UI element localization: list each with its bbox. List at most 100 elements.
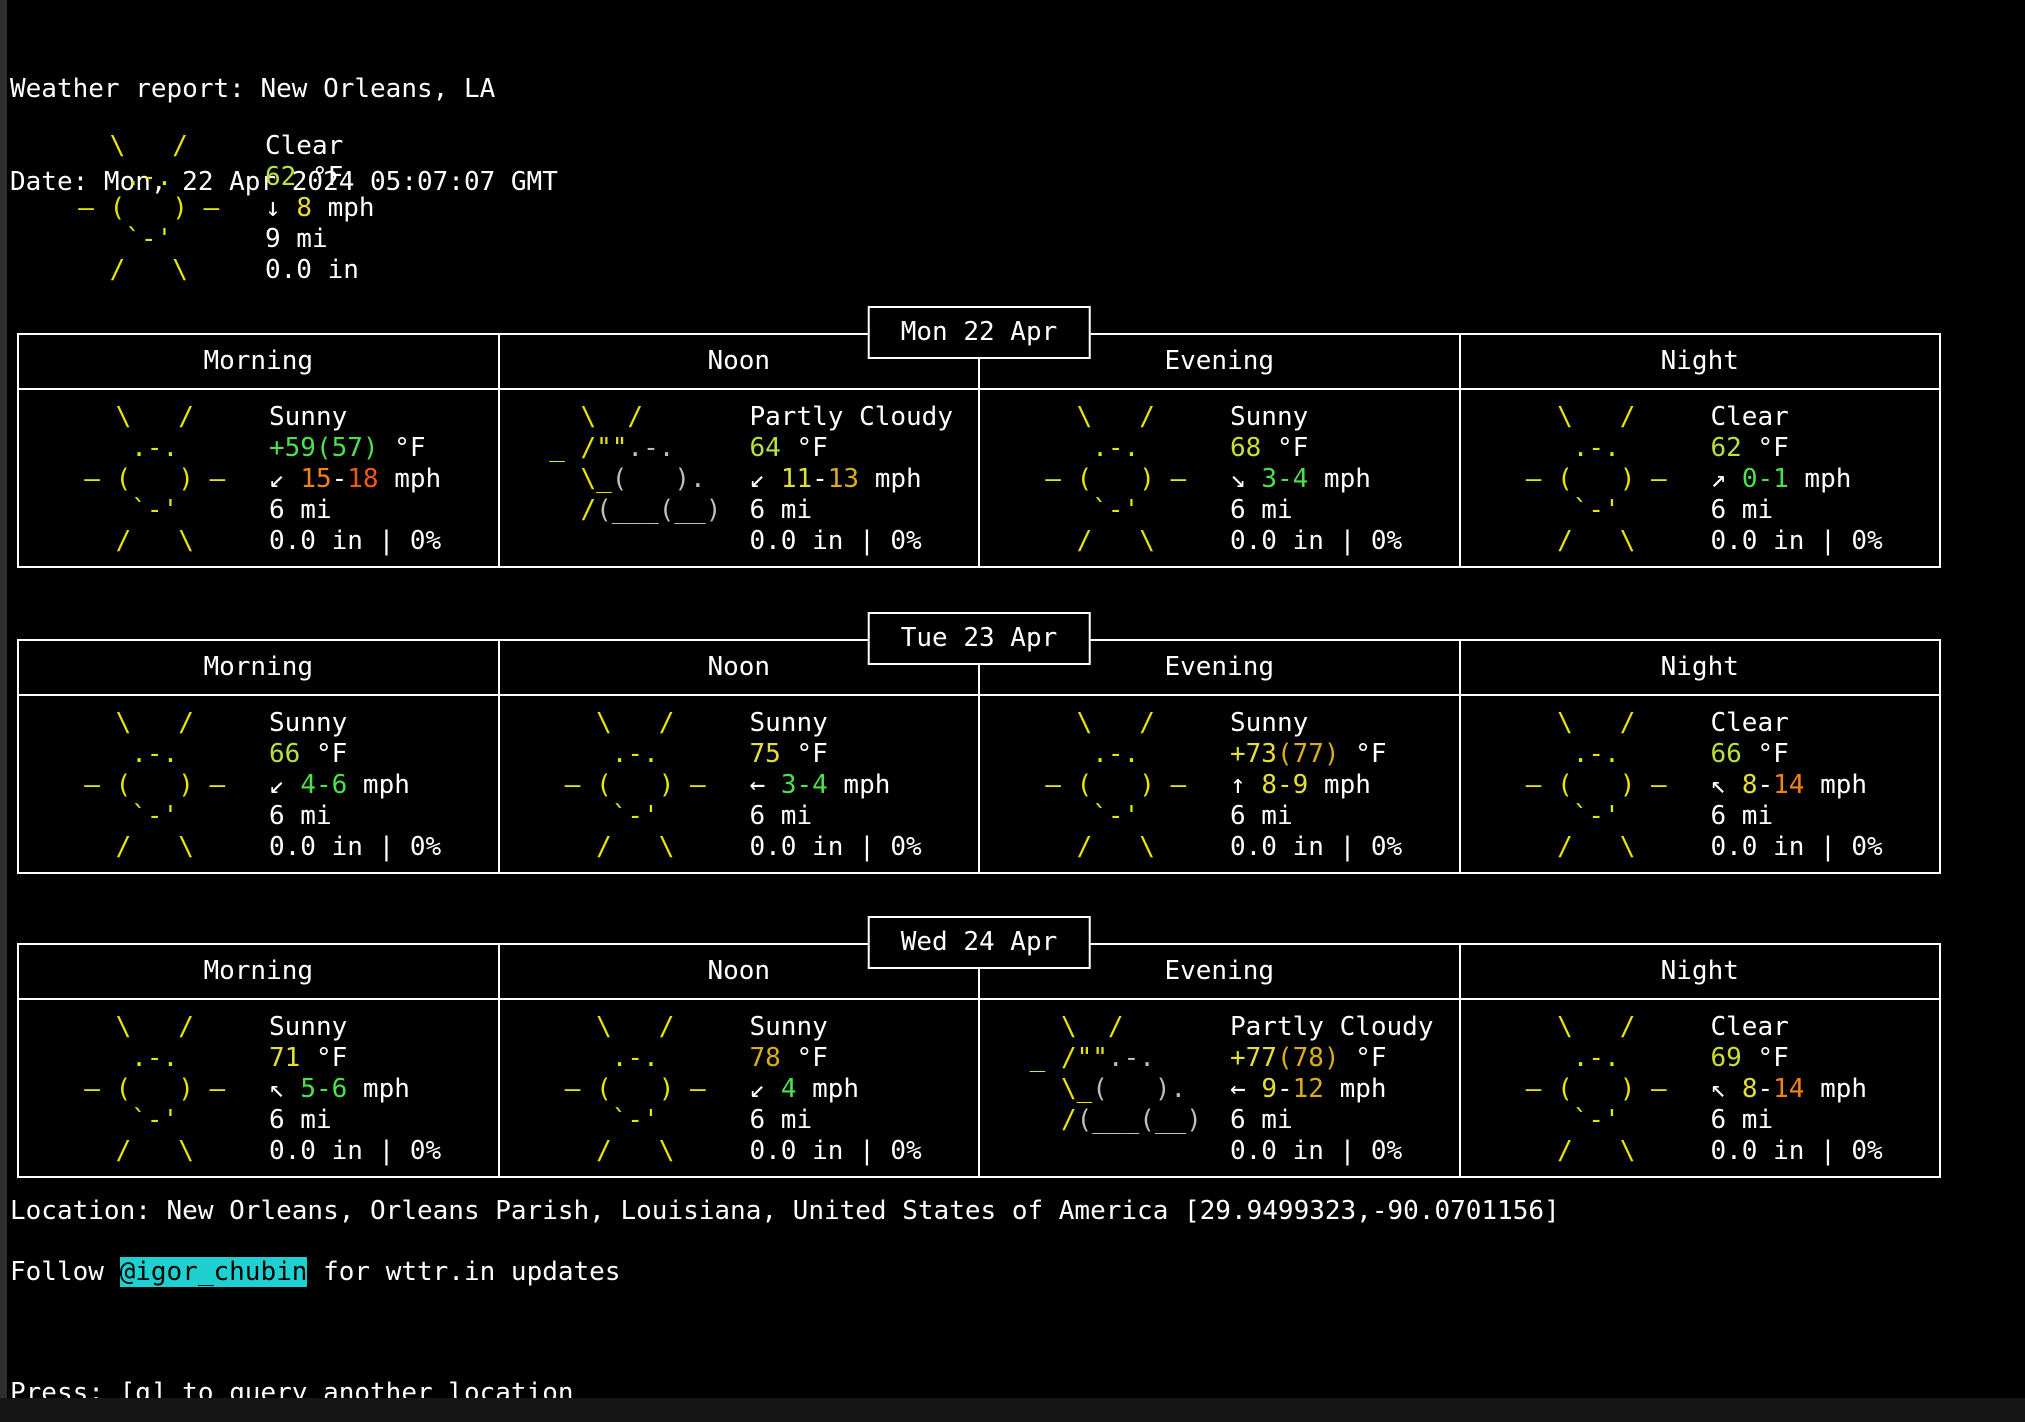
column-header-night: Night: [1459, 641, 1940, 696]
temperature-text: 64 °F: [750, 433, 954, 464]
text-segment: 14: [1773, 770, 1804, 800]
text-segment: -: [1757, 770, 1773, 800]
precipitation-text: 0.0 in | 0%: [269, 526, 441, 557]
text-segment: +73: [1230, 739, 1277, 769]
weather-info: Sunny+59(57) °F↙ 15-18 mph6 mi0.0 in | 0…: [269, 402, 441, 566]
text-segment: \ /: [534, 708, 675, 738]
forecast-day: Wed 24 AprMorningNoonEveningNight \ / .-…: [17, 916, 1941, 1178]
text-segment: .-.: [534, 1043, 659, 1073]
text-segment: +59(57): [269, 433, 379, 463]
text-segment: mph: [1308, 464, 1371, 494]
text-segment: ↙: [750, 464, 781, 494]
text-segment: _ /"": [1014, 1043, 1108, 1073]
visibility-text: 6 mi: [269, 495, 441, 526]
forecast-cell: \ / .-. — ( ) — `-' / \Sunny68 °F↘ 3-4 m…: [978, 390, 1459, 566]
wind-text: ← 9-12 mph: [1230, 1074, 1434, 1105]
text-segment: ( ).: [1092, 1074, 1186, 1104]
text-segment: 6 mi: [1711, 801, 1774, 831]
text-segment: / \: [534, 1136, 675, 1166]
text-segment: Sunny: [750, 708, 828, 738]
text-segment: .-.: [53, 433, 178, 463]
weather-info: Clear62 °F↗ 0-1 mph6 mi0.0 in | 0%: [1711, 402, 1883, 566]
visibility-text: 9 mi: [265, 224, 375, 255]
condition-text: Sunny: [269, 708, 441, 739]
weather-info: Sunny78 °F↙ 4 mph6 mi0.0 in | 0%: [750, 1012, 922, 1176]
text-segment: mph: [1308, 770, 1371, 800]
text-segment: 71: [269, 1043, 300, 1073]
location-line: Location: New Orleans, Orleans Parish, L…: [10, 1196, 1560, 1227]
text-segment: mph: [1804, 1074, 1867, 1104]
text-segment: .-.: [1014, 739, 1139, 769]
forecast-cell: \ / .-. — ( ) — `-' / \Sunny+73(77) °F↑ …: [978, 696, 1459, 872]
text-segment: ←: [1230, 1074, 1261, 1104]
text-segment: 0.0 in | 0%: [269, 526, 441, 556]
text-segment: 75: [750, 739, 781, 769]
text-segment: (78): [1277, 1043, 1340, 1073]
text-segment: Clear: [265, 131, 343, 161]
text-segment: `-': [53, 801, 178, 831]
temperature-text: 78 °F: [750, 1043, 922, 1074]
weather-art-sunny: \ / .-. — ( ) — `-' / \: [534, 708, 730, 872]
text-segment: °F: [1261, 433, 1308, 463]
text-segment: 0.0 in | 0%: [1711, 526, 1883, 556]
temperature-text: 66 °F: [269, 739, 441, 770]
visibility-text: 6 mi: [1711, 495, 1883, 526]
text-segment: Sunny: [269, 402, 347, 432]
text-segment: `-': [1495, 801, 1620, 831]
text-segment: .-.: [1108, 1043, 1155, 1073]
date-tab: Tue 23 Apr: [868, 612, 1091, 665]
text-segment: 78: [750, 1043, 781, 1073]
text-segment: .-.: [53, 1043, 178, 1073]
temperature-text: 62 °F: [265, 162, 375, 193]
text-segment: \ /: [53, 1012, 194, 1042]
text-segment: Clear: [1711, 1012, 1789, 1042]
weather-art-sunny: \ / .-. — ( ) — `-' / \: [53, 708, 249, 872]
terminal[interactable]: Weather report: New Orleans, LA Date: Mo…: [0, 0, 2025, 1422]
text-segment: 5-6: [300, 1074, 347, 1104]
forecast-cell: \ / .-. — ( ) — `-' / \Clear69 °F↖ 8-14 …: [1459, 1000, 1940, 1176]
text-segment: 4-6: [300, 770, 347, 800]
weather-art-sunny: \ / .-. — ( ) — `-' / \: [53, 402, 249, 566]
text-segment: °F: [300, 739, 347, 769]
wind-text: ↗ 0-1 mph: [1711, 464, 1883, 495]
twitter-handle[interactable]: @igor_chubin: [120, 1257, 308, 1287]
text-segment: `-': [1495, 495, 1620, 525]
date-tab: Wed 24 Apr: [868, 916, 1091, 969]
text-segment: Partly Cloudy: [750, 402, 954, 432]
text-segment: 8: [1742, 1074, 1758, 1104]
text-segment: ↙: [750, 1074, 781, 1104]
weather-art-sunny: \ / .-. — ( ) — `-' / \: [1014, 402, 1210, 566]
precipitation-text: 0.0 in | 0%: [1230, 1136, 1434, 1167]
condition-text: Sunny: [1230, 402, 1402, 433]
weather-info: Clear69 °F↖ 8-14 mph6 mi0.0 in | 0%: [1711, 1012, 1883, 1176]
text-segment: 11: [781, 464, 812, 494]
temperature-text: 71 °F: [269, 1043, 441, 1074]
text-segment: `-': [53, 495, 178, 525]
text-segment: Clear: [1711, 402, 1789, 432]
text-segment: (___(__): [596, 495, 721, 525]
visibility-text: 6 mi: [750, 495, 954, 526]
text-segment: Sunny: [750, 1012, 828, 1042]
text-segment: \_: [534, 464, 612, 494]
text-segment: / \: [1495, 526, 1636, 556]
text-segment: 3-4: [781, 770, 828, 800]
weather-art-sunny: \ / .-. — ( ) — `-' / \: [1495, 1012, 1691, 1176]
weather-info: Sunny75 °F← 3-4 mph6 mi0.0 in | 0%: [750, 708, 922, 872]
text-segment: — ( ) —: [53, 464, 225, 494]
weather-art-sunny: \ / .-. — ( ) — `-' / \: [1495, 402, 1691, 566]
column-header-night: Night: [1459, 335, 1940, 390]
visibility-text: 6 mi: [269, 801, 441, 832]
condition-text: Sunny: [750, 708, 922, 739]
forecast-cell: \ / .-. — ( ) — `-' / \Sunny75 °F← 3-4 m…: [498, 696, 979, 872]
text-segment: \ /: [47, 131, 188, 161]
wind-text: ↙ 4 mph: [750, 1074, 922, 1105]
precipitation-text: 0.0 in | 0%: [1711, 526, 1883, 557]
wind-text: ↑ 8-9 mph: [1230, 770, 1402, 801]
text-segment: °F: [1340, 1043, 1387, 1073]
forecast-table: MorningNoonEveningNight \ / .-. — ( ) — …: [17, 639, 1941, 874]
wind-text: ← 3-4 mph: [750, 770, 922, 801]
text-segment: 9 mi: [265, 224, 328, 254]
text-segment: 6 mi: [750, 801, 813, 831]
temperature-text: 75 °F: [750, 739, 922, 770]
text-segment: 0-1: [1742, 464, 1789, 494]
